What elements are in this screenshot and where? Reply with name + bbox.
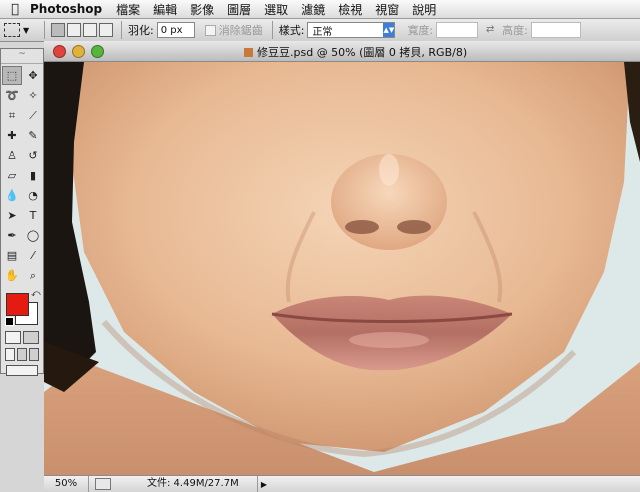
antialias-checkbox[interactable] (204, 24, 216, 36)
document-title: 修豆豆.psd @ 50% (圖層 0 拷貝, RGB/8) (244, 44, 467, 60)
subtract-selection-button[interactable] (83, 23, 97, 37)
history-brush-tool-icon[interactable]: ↺ (23, 146, 43, 165)
jump-to-imageready-button[interactable] (6, 365, 38, 376)
marquee-preset-icon (4, 23, 20, 37)
eraser-tool-icon[interactable]: ▱ (2, 166, 22, 185)
divider (44, 21, 45, 39)
antialias-label: 消除鋸齒 (218, 24, 263, 37)
menu-view[interactable]: 檢視 (338, 1, 362, 18)
divider (121, 21, 122, 39)
new-selection-button[interactable] (51, 23, 65, 37)
tool-preset-picker[interactable]: ▼ (4, 21, 38, 39)
pen-tool-icon[interactable]: ✒ (2, 226, 22, 245)
image-canvas[interactable] (44, 62, 640, 475)
style-select[interactable]: 正常 ▲▼ (307, 22, 396, 38)
zoom-window-button[interactable] (91, 44, 104, 58)
notes-tool-icon[interactable]: ▤ (2, 246, 22, 265)
shape-tool-icon[interactable]: ◯ (23, 226, 43, 245)
lasso-tool-icon[interactable]: ➰ (2, 86, 22, 105)
app-menu[interactable]: Photoshop (30, 2, 102, 16)
swap-icon[interactable]: ⇄ (483, 23, 497, 37)
crop-tool-icon[interactable]: ⌗ (2, 106, 22, 125)
status-bar: 50% 文件: 4.49M/27.7M ▶ (44, 475, 640, 492)
height-input[interactable] (530, 22, 581, 38)
document-titlebar[interactable]: 修豆豆.psd @ 50% (圖層 0 拷貝, RGB/8) (44, 41, 640, 62)
menu-bar:  Photoshop 檔案 編輯 影像 圖層 選取 濾鏡 檢視 視窗 說明 (0, 0, 640, 19)
add-selection-button[interactable] (67, 23, 81, 37)
swap-colors-icon[interactable]: ⤺ (31, 289, 41, 299)
style-value: 正常 (312, 26, 333, 38)
menu-file[interactable]: 檔案 (116, 1, 140, 18)
mask-mode-row (1, 329, 43, 346)
gradient-tool-icon[interactable]: ▮ (23, 166, 43, 185)
style-label: 樣式: (278, 24, 305, 37)
intersect-selection-button[interactable] (99, 23, 113, 37)
default-colors-icon[interactable] (5, 317, 14, 326)
document-title-text: 修豆豆.psd @ 50% (圖層 0 拷貝, RGB/8) (257, 46, 468, 59)
status-preview-icon[interactable] (95, 478, 111, 490)
screen-mode-full-button[interactable] (29, 348, 39, 361)
blur-tool-icon[interactable]: 💧 (2, 186, 22, 205)
face-photo (44, 62, 640, 475)
jump-row (1, 363, 43, 378)
close-window-button[interactable] (53, 44, 66, 58)
tool-palette: ~ ⬚ ✥ ➰ ✧ ⌗ ⟋ ✚ ✎ ♙ ↺ ▱ ▮ 💧 ◔ ➤ T ✒ ◯ ▤ … (0, 48, 44, 376)
height-label: 高度: (502, 24, 528, 37)
zoom-tool-icon[interactable]: ⌕ (23, 266, 43, 285)
tool-grid: ⬚ ✥ ➰ ✧ ⌗ ⟋ ✚ ✎ ♙ ↺ ▱ ▮ 💧 ◔ ➤ T ✒ ◯ ▤ ⁄ … (1, 64, 43, 285)
options-bar: ▼ 羽化: 0 px 消除鋸齒 樣式: 正常 ▲▼ 寬度: ⇄ 高度: (0, 19, 640, 42)
color-swatches: ⤺ (1, 289, 43, 329)
brush-tool-icon[interactable]: ✎ (23, 126, 43, 145)
screen-mode-full-menu-button[interactable] (17, 348, 27, 361)
screen-mode-row (1, 346, 43, 363)
move-tool-icon[interactable]: ✥ (23, 66, 43, 85)
path-selection-tool-icon[interactable]: ➤ (2, 206, 22, 225)
width-input[interactable] (436, 22, 479, 38)
dodge-tool-icon[interactable]: ◔ (23, 186, 43, 205)
document-size-info: 文件: 4.49M/27.7M (117, 476, 258, 492)
menu-filter[interactable]: 濾鏡 (301, 1, 325, 18)
screen-mode-standard-button[interactable] (5, 348, 15, 361)
width-label: 寬度: (407, 24, 434, 37)
feather-label: 羽化: (128, 24, 154, 37)
type-tool-icon[interactable]: T (23, 206, 43, 225)
menu-edit[interactable]: 編輯 (153, 1, 177, 18)
clone-stamp-tool-icon[interactable]: ♙ (2, 146, 22, 165)
menu-layer[interactable]: 圖層 (227, 1, 251, 18)
document-window: 修豆豆.psd @ 50% (圖層 0 拷貝, RGB/8) 50% 文件: 4… (44, 41, 640, 492)
menu-window[interactable]: 視窗 (375, 1, 399, 18)
marquee-tool-icon[interactable]: ⬚ (2, 66, 22, 85)
hand-tool-icon[interactable]: ✋ (2, 266, 22, 285)
psd-file-icon (244, 48, 253, 57)
divider (271, 21, 273, 39)
zoom-level-field[interactable]: 50% (44, 476, 89, 492)
status-menu-arrow-icon[interactable]: ▶ (258, 480, 270, 489)
feather-input[interactable]: 0 px (156, 22, 195, 38)
healing-brush-tool-icon[interactable]: ✚ (2, 126, 22, 145)
menu-help[interactable]: 說明 (412, 1, 436, 18)
select-arrows-icon: ▲▼ (383, 23, 395, 37)
menu-select[interactable]: 選取 (264, 1, 288, 18)
slice-tool-icon[interactable]: ⟋ (23, 106, 43, 125)
minimize-window-button[interactable] (72, 44, 85, 58)
magic-wand-tool-icon[interactable]: ✧ (23, 86, 43, 105)
foreground-color-swatch[interactable] (6, 293, 29, 316)
menu-image[interactable]: 影像 (190, 1, 214, 18)
feather-icon: ~ (1, 49, 43, 64)
chevron-down-icon: ▼ (23, 25, 30, 35)
standard-mode-button[interactable] (5, 331, 21, 344)
apple-menu-icon[interactable]:  (0, 2, 30, 17)
eyedropper-tool-icon[interactable]: ⁄ (23, 246, 43, 265)
quick-mask-button[interactable] (23, 331, 39, 344)
